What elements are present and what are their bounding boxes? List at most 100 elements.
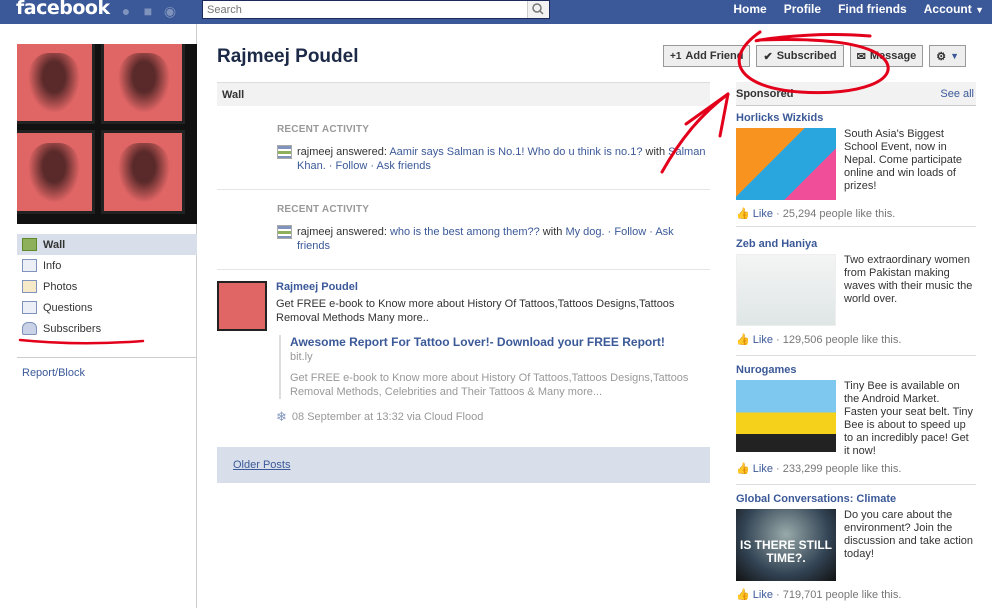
ad-image[interactable] xyxy=(736,254,836,326)
profile-picture-tile xyxy=(101,130,185,214)
leftnav-photos[interactable]: Photos xyxy=(17,276,197,297)
thumbs-up-icon: 👍 xyxy=(736,463,750,475)
like-link[interactable]: Like xyxy=(753,463,773,475)
leftnav-label: Subscribers xyxy=(43,322,102,335)
ad-text: South Asia's Biggest School Event, now i… xyxy=(844,128,963,192)
see-all-link[interactable]: See all xyxy=(940,88,974,105)
attachment-title[interactable]: Awesome Report For Tattoo Lover!- Downlo… xyxy=(290,335,706,349)
nav-account[interactable]: Account ▼ xyxy=(915,0,992,20)
search-input[interactable] xyxy=(203,1,523,18)
sponsored-column: Sponsored See all Horlicks Wizkids South… xyxy=(736,82,976,601)
subscribed-button[interactable]: ✔ Subscribed xyxy=(756,45,844,67)
profile-picture[interactable] xyxy=(17,44,197,224)
ad-title[interactable]: Global Conversations: Climate xyxy=(736,493,976,505)
activity-prefix: rajmeej answered: xyxy=(297,226,390,238)
divider xyxy=(17,357,197,358)
follow-link[interactable]: · Follow · xyxy=(605,226,656,238)
friend-requests-icon[interactable]: ● xyxy=(118,3,134,19)
ad-image[interactable]: IS THERE STILL TIME?. xyxy=(736,509,836,581)
question-activity-icon xyxy=(277,225,292,239)
like-link[interactable]: Like xyxy=(753,589,773,601)
ad-global-conversations[interactable]: Global Conversations: Climate IS THERE S… xyxy=(736,493,976,601)
ad-image-caption: IS THERE STILL TIME?. xyxy=(739,538,832,565)
add-friend-icon: +1 xyxy=(670,50,682,62)
ad-zeb-haniya[interactable]: Zeb and Haniya Two extraordinary women f… xyxy=(736,238,976,346)
profile-header: Rajmeej Poudel xyxy=(217,46,359,68)
post-timestamp[interactable]: 08 September at 13:32 via Cloud Flood xyxy=(292,411,483,423)
leftnav-label: Questions xyxy=(43,301,93,314)
leftnav-info[interactable]: Info xyxy=(17,255,197,276)
activity-prefix: rajmeej answered: xyxy=(297,146,390,158)
message-button[interactable]: ✉ Message xyxy=(849,45,924,67)
ad-title[interactable]: Nurogames xyxy=(736,364,976,376)
facebook-logo[interactable]: facebook xyxy=(16,0,110,19)
follow-ask-links[interactable]: · Follow · Ask friends xyxy=(326,160,431,172)
activity-text: rajmeej answered: who is the best among … xyxy=(297,225,707,253)
post-body: Rajmeej Poudel Get FREE e-book to Know m… xyxy=(276,281,706,425)
ad-image[interactable] xyxy=(736,380,836,452)
message-label: Message xyxy=(869,50,917,62)
post-text: Get FREE e-book to Know more about Histo… xyxy=(276,298,675,324)
ad-title[interactable]: Horlicks Wizkids xyxy=(736,112,976,124)
ad-title[interactable]: Zeb and Haniya xyxy=(736,238,976,250)
activity-title: RECENT ACTIVITY xyxy=(277,124,370,135)
settings-button[interactable]: ⚙ ▼ xyxy=(929,45,967,67)
ad-text: Tiny Bee is available on the Android Mar… xyxy=(844,380,974,457)
divider xyxy=(217,189,710,190)
caret-down-icon: ▼ xyxy=(975,5,984,15)
question-activity-icon xyxy=(277,145,292,159)
recent-activity-2: RECENT ACTIVITY rajmeej answered: who is… xyxy=(277,204,707,253)
ad-horlicks[interactable]: Horlicks Wizkids South Asia's Biggest Sc… xyxy=(736,112,976,220)
like-link[interactable]: Like xyxy=(753,334,773,346)
nav-profile[interactable]: Profile xyxy=(775,0,829,20)
wall-header: Wall xyxy=(217,82,710,106)
sponsored-header: Sponsored See all xyxy=(736,82,976,106)
post-attachment: Awesome Report For Tattoo Lover!- Downlo… xyxy=(279,335,706,399)
post-author[interactable]: Rajmeej Poudel xyxy=(276,281,706,293)
leftnav-questions[interactable]: Questions xyxy=(17,297,197,318)
sponsored-title: Sponsored xyxy=(736,88,794,100)
add-friend-button[interactable]: +1 Add Friend xyxy=(663,45,751,67)
leftnav-wall[interactable]: Wall xyxy=(17,234,197,255)
like-count: · 233,299 people like this. xyxy=(772,463,902,475)
like-count: · 25,294 people like this. xyxy=(772,208,896,220)
activity-with: with xyxy=(642,146,669,158)
attachment-description: Get FREE e-book to Know more about Histo… xyxy=(290,372,689,398)
profile-nav: Wall Info Photos Questions Subscribers xyxy=(17,234,197,339)
leftnav-label: Info xyxy=(43,259,62,272)
left-column: Wall Info Photos Questions Subscribers R… xyxy=(0,24,197,608)
gear-icon: ⚙ xyxy=(936,50,947,63)
nav-home[interactable]: Home xyxy=(724,0,774,20)
search-button[interactable] xyxy=(527,1,549,18)
jewels: ● ■ ◉ xyxy=(118,3,178,19)
add-friend-label: Add Friend xyxy=(685,50,744,62)
older-posts-bar: Older Posts xyxy=(217,447,710,483)
nav-account-label: Account xyxy=(923,2,972,16)
search-icon xyxy=(532,3,544,15)
post-meta: ❄ 08 September at 13:32 via Cloud Flood xyxy=(276,409,706,425)
divider xyxy=(736,484,976,485)
top-bar: facebook ● ■ ◉ Home Profile Find friends… xyxy=(0,0,992,24)
ad-image[interactable] xyxy=(736,128,836,200)
leftnav-label: Photos xyxy=(43,280,78,293)
top-nav: Home Profile Find friends Account ▼ xyxy=(724,0,992,20)
ad-nurogames[interactable]: Nurogames Tiny Bee is available on the A… xyxy=(736,364,976,475)
post-author-avatar[interactable] xyxy=(217,281,267,331)
leftnav-subscribers[interactable]: Subscribers xyxy=(17,318,197,339)
recent-activity-1: RECENT ACTIVITY rajmeej answered: Aamir … xyxy=(277,124,707,173)
question-link[interactable]: who is the best among them?? xyxy=(390,226,540,238)
question-link[interactable]: Aamir says Salman is No.1! Who do u thin… xyxy=(389,146,642,158)
messages-icon[interactable]: ■ xyxy=(140,3,156,19)
older-posts-link[interactable]: Older Posts xyxy=(233,459,290,471)
notifications-icon[interactable]: ◉ xyxy=(162,3,178,19)
report-block-link[interactable]: Report/Block xyxy=(22,367,85,379)
check-icon: ✔ xyxy=(763,50,773,63)
profile-picture-tile xyxy=(101,44,185,124)
answer-link[interactable]: My dog. xyxy=(565,226,604,238)
nav-find-friends[interactable]: Find friends xyxy=(829,0,915,20)
like-link[interactable]: Like xyxy=(753,208,773,220)
attachment-domain: bit.ly xyxy=(290,351,313,363)
thumbs-up-icon: 👍 xyxy=(736,208,750,220)
ad-likes: 👍 Like · 25,294 people like this. xyxy=(736,207,895,220)
like-count: · 129,506 people like this. xyxy=(772,334,902,346)
